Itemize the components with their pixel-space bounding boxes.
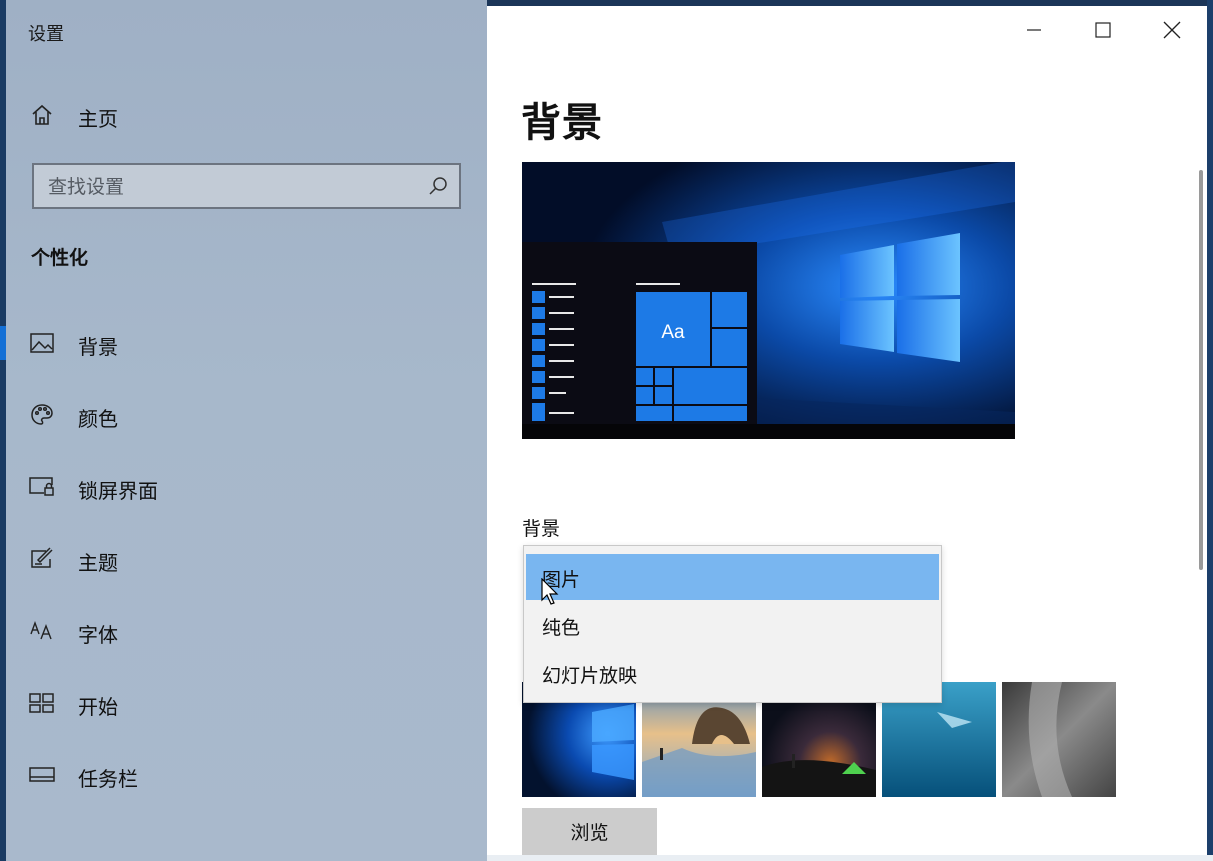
minimize-icon (1026, 22, 1042, 42)
lock-screen-icon (28, 474, 56, 500)
sidebar-item-start[interactable]: 开始 (6, 681, 487, 725)
close-button[interactable] (1149, 12, 1195, 52)
option-label: 纯色 (542, 617, 581, 639)
taskbar-icon (28, 762, 56, 788)
palette-icon (28, 402, 56, 428)
font-icon (28, 618, 56, 644)
desktop-edge-top (487, 0, 1213, 6)
sidebar-item-background[interactable]: 背景 (0, 321, 487, 365)
maximize-icon (1095, 22, 1111, 42)
theme-brush-icon (28, 546, 56, 572)
background-type-dropdown[interactable]: 图片 纯色 幻灯片放映 (523, 545, 942, 703)
settings-window: 设置 主页 个性化 背景 (0, 0, 1213, 861)
sidebar-item-label: 颜色 (78, 407, 118, 431)
image-icon (28, 330, 56, 356)
start-tiles-icon (28, 690, 56, 716)
close-icon (1163, 21, 1181, 43)
search-icon[interactable] (427, 175, 449, 197)
sidebar-item-themes[interactable]: 主题 (6, 537, 487, 581)
browse-button[interactable]: 浏览 (522, 808, 657, 855)
search-box[interactable] (32, 163, 461, 209)
preview-tile-label: Aa (661, 322, 685, 343)
thumbnail-rock-cliff[interactable] (1002, 682, 1116, 797)
sidebar-item-label: 字体 (78, 623, 118, 647)
nav-home[interactable]: 主页 (6, 93, 487, 137)
mouse-cursor-icon (541, 577, 561, 606)
sidebar-item-lock-screen[interactable]: 锁屏界面 (6, 465, 487, 509)
page-title: 背景 (521, 100, 603, 146)
sidebar-item-taskbar[interactable]: 任务栏 (6, 753, 487, 797)
nav-home-label: 主页 (78, 107, 118, 131)
main-panel: 背景 Aa 背景 图片 纯色 幻灯片放映 浏览 (487, 6, 1207, 861)
window-bottom-edge (487, 855, 1213, 861)
sidebar-item-label: 锁屏界面 (78, 479, 158, 503)
sidebar-item-label: 主题 (78, 551, 118, 575)
sidebar-item-colors[interactable]: 颜色 (6, 393, 487, 437)
sidebar-item-label: 任务栏 (78, 767, 138, 791)
app-title: 设置 (28, 24, 64, 45)
section-title-personalization: 个性化 (31, 247, 89, 269)
dropdown-option-picture[interactable]: 图片 (526, 554, 939, 600)
maximize-button[interactable] (1080, 12, 1126, 52)
option-label: 幻灯片放映 (542, 665, 638, 687)
sidebar-item-fonts[interactable]: 字体 (6, 609, 487, 653)
scrollbar[interactable] (1199, 170, 1203, 570)
minimize-button[interactable] (1011, 12, 1057, 52)
sidebar-item-label: 开始 (78, 695, 118, 719)
background-preview: Aa (522, 162, 1015, 439)
dropdown-option-solid-color[interactable]: 纯色 (526, 602, 939, 648)
search-input[interactable] (46, 171, 420, 203)
sidebar-item-label: 背景 (78, 335, 118, 359)
home-icon (28, 102, 56, 128)
sidebar: 设置 主页 个性化 背景 (0, 0, 487, 861)
background-label: 背景 (522, 518, 561, 540)
dropdown-option-slideshow[interactable]: 幻灯片放映 (526, 650, 939, 696)
desktop-edge-right (1207, 0, 1213, 861)
